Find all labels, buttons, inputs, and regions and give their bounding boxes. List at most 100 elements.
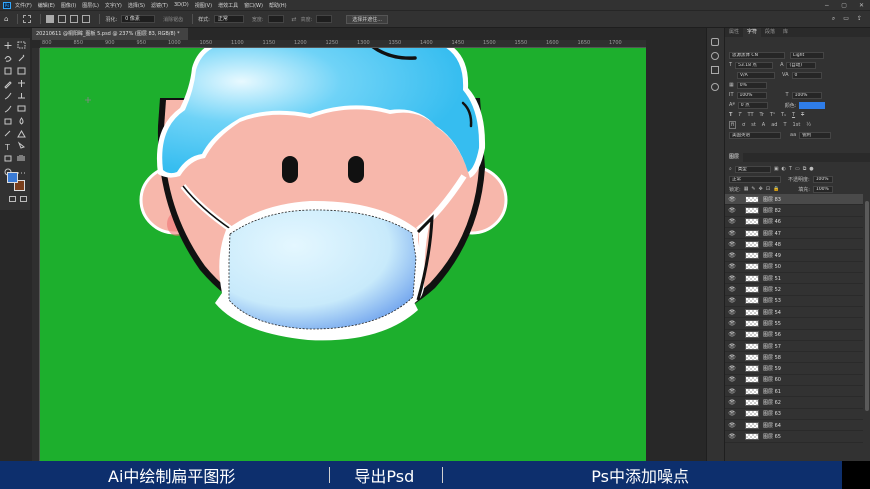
baseline-input[interactable]: 0 点 (737, 101, 768, 109)
filter-pixel-icon[interactable]: ▣ (774, 166, 779, 172)
color-panel-icon[interactable] (711, 52, 719, 60)
swap-dimensions-icon[interactable]: ⇄ (292, 16, 297, 23)
underline-button[interactable]: T (792, 112, 795, 118)
layer-row[interactable]: 👁 图层 54 (725, 307, 863, 319)
layer-row[interactable]: 👁 图层 52 (725, 284, 863, 296)
menu-filter[interactable]: 滤镜(T) (151, 2, 168, 9)
visibility-eye-icon[interactable]: 👁 (725, 275, 739, 282)
menu-type[interactable]: 文字(Y) (105, 2, 122, 9)
layer-row[interactable]: 👁 图层 62 (725, 397, 863, 409)
visibility-eye-icon[interactable]: 👁 (725, 230, 739, 237)
visibility-eye-icon[interactable]: 👁 (725, 218, 739, 225)
visibility-eye-icon[interactable]: 👁 (725, 320, 739, 327)
adjustments-panel-icon[interactable] (711, 83, 719, 91)
minimize-button[interactable]: − (824, 2, 829, 9)
swash-button[interactable]: A (762, 122, 765, 128)
layer-row[interactable]: 👁 图层 83 (725, 194, 863, 206)
discretionary-ligature-button[interactable]: st (751, 122, 756, 128)
layer-filter-select[interactable]: 类型 (734, 165, 771, 173)
menu-layer[interactable]: 图层(L) (82, 2, 99, 9)
strikethrough-button[interactable]: T (801, 112, 804, 118)
canvas[interactable] (40, 48, 646, 461)
menu-image[interactable]: 图像(I) (61, 2, 76, 9)
menu-3d[interactable]: 3D(D) (174, 2, 189, 8)
language-select[interactable]: 美国英语 (729, 131, 781, 139)
faux-italic-button[interactable]: T (738, 112, 741, 118)
filter-toggle-icon[interactable]: ● (809, 166, 813, 172)
share-icon[interactable]: ⇪ (857, 15, 862, 23)
layer-row[interactable]: 👁 图层 58 (725, 352, 863, 364)
text-color-swatch[interactable] (799, 101, 826, 109)
filter-smart-icon[interactable]: ⧉ (803, 166, 807, 172)
visibility-eye-icon[interactable]: 👁 (725, 354, 739, 361)
menu-file[interactable]: 文件(F) (15, 2, 32, 9)
layer-row[interactable]: 👁 图层 63 (725, 409, 863, 420)
document-tab[interactable]: 20210611 @桐阳眸_图板 5.psd @ 237% (图层 83, RG… (32, 28, 188, 40)
width-input[interactable] (267, 15, 284, 23)
font-style-select[interactable]: Light (790, 51, 824, 59)
layer-row[interactable]: 👁 图层 46 (725, 217, 863, 228)
lock-all-icon[interactable]: 🔒 (773, 186, 779, 192)
visibility-eye-icon[interactable]: 👁 (725, 365, 739, 372)
ordinals-button[interactable]: 1st (793, 122, 801, 128)
kerning-input[interactable]: V/A (737, 71, 775, 79)
subtract-selection-icon[interactable] (70, 15, 79, 23)
menu-help[interactable]: 帮助(H) (269, 2, 287, 9)
layer-row[interactable]: 👁 图层 64 (725, 420, 863, 432)
tracking-input[interactable]: 0 (791, 71, 822, 79)
leading-input[interactable]: (自动) (786, 61, 817, 69)
workspace-icon[interactable]: ▭ (843, 15, 849, 23)
screen-mode-icon[interactable] (20, 196, 27, 202)
swatches-panel-icon[interactable] (711, 66, 719, 74)
visibility-eye-icon[interactable]: 👁 (725, 410, 739, 417)
visibility-eye-icon[interactable]: 👁 (725, 241, 739, 248)
layer-row[interactable]: 👁 图层 55 (725, 318, 863, 330)
visibility-eye-icon[interactable]: 👁 (725, 297, 739, 304)
font-family-select[interactable]: 思源黑体 CN (729, 51, 785, 59)
horizontal-scale-input[interactable]: 100% (791, 91, 822, 99)
search-icon[interactable]: ⌕ (832, 15, 835, 23)
feather-input[interactable]: 0 像素 (121, 15, 156, 23)
layer-row[interactable]: 👁 图层 53 (725, 296, 863, 307)
fractions-button[interactable]: ½ (806, 122, 811, 128)
visibility-eye-icon[interactable]: 👁 (725, 207, 739, 214)
tsume-input[interactable]: 0% (736, 81, 767, 89)
layer-row[interactable]: 👁 图层 59 (725, 363, 863, 375)
visibility-eye-icon[interactable]: 👁 (725, 376, 739, 383)
antialias-checkbox[interactable]: 消除锯齿 (163, 16, 183, 23)
marquee-tool-preset-icon[interactable] (23, 15, 32, 23)
lock-paint-icon[interactable]: ✎ (751, 186, 755, 192)
home-icon[interactable]: ⌂ (4, 15, 8, 23)
filter-adjust-icon[interactable]: ◐ (782, 166, 786, 172)
close-button[interactable]: ✕ (859, 2, 864, 9)
fill-input[interactable]: 100% (812, 185, 833, 193)
foreground-color-swatch[interactable] (7, 172, 18, 183)
visibility-eye-icon[interactable]: 👁 (725, 388, 739, 395)
menu-window[interactable]: 窗口(W) (244, 2, 263, 9)
vertical-scale-input[interactable]: 100% (736, 91, 767, 99)
history-panel-icon[interactable] (711, 38, 719, 46)
visibility-eye-icon[interactable]: 👁 (725, 286, 739, 293)
ligature-button[interactable]: fi (729, 121, 737, 129)
visibility-eye-icon[interactable]: 👁 (725, 343, 739, 350)
visibility-eye-icon[interactable]: 👁 (725, 331, 739, 338)
old-style-button[interactable]: ơ (742, 122, 745, 128)
layer-row[interactable]: 👁 图层 49 (725, 250, 863, 262)
layer-row[interactable]: 👁 图层 60 (725, 375, 863, 387)
height-input[interactable] (316, 15, 333, 23)
menu-edit[interactable]: 编辑(E) (38, 2, 55, 9)
small-caps-button[interactable]: Tr (760, 112, 764, 118)
maximize-button[interactable]: ▢ (841, 2, 847, 9)
select-and-mask-button[interactable]: 选择并遮住... (346, 14, 389, 24)
menu-select[interactable]: 选择(S) (128, 2, 145, 9)
lock-move-icon[interactable]: ✥ (759, 186, 763, 192)
visibility-eye-icon[interactable]: 👁 (725, 309, 739, 316)
visibility-eye-icon[interactable]: 👁 (725, 263, 739, 270)
superscript-button[interactable]: T¹ (770, 112, 775, 118)
layer-row[interactable]: 👁 图层 48 (725, 239, 863, 251)
layers-scrollbar[interactable] (865, 201, 869, 411)
lock-pixels-icon[interactable]: ▦ (744, 186, 749, 192)
menu-view[interactable]: 视图(V) (195, 2, 212, 9)
all-caps-button[interactable]: TT (747, 112, 753, 118)
intersect-selection-icon[interactable] (82, 15, 91, 23)
